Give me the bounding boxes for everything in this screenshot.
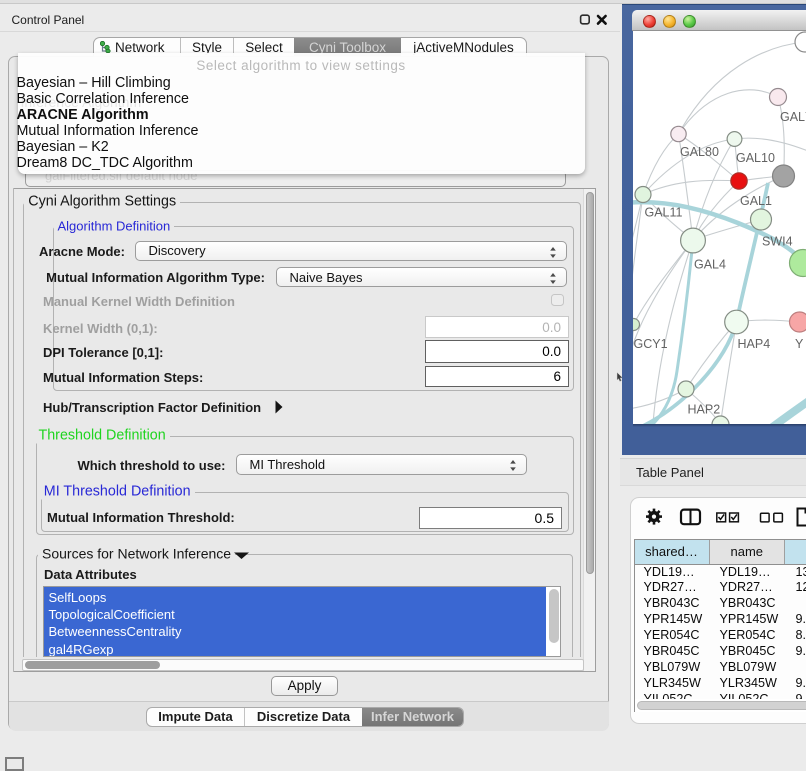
svg-text:SWI4: SWI4 xyxy=(762,235,793,249)
svg-text:GAL7: GAL7 xyxy=(780,110,806,124)
svg-text:GAL4: GAL4 xyxy=(694,258,726,272)
svg-text:GAL1: GAL1 xyxy=(740,194,772,208)
svg-text:GCY1: GCY1 xyxy=(634,337,668,351)
svg-text:GAL80: GAL80 xyxy=(680,145,719,159)
svg-text:GAL11: GAL11 xyxy=(645,206,683,220)
svg-text:Y: Y xyxy=(795,337,804,351)
svg-text:HAP4: HAP4 xyxy=(738,337,771,351)
svg-text:GAL10: GAL10 xyxy=(736,151,775,165)
svg-text:HAP2: HAP2 xyxy=(688,403,721,417)
